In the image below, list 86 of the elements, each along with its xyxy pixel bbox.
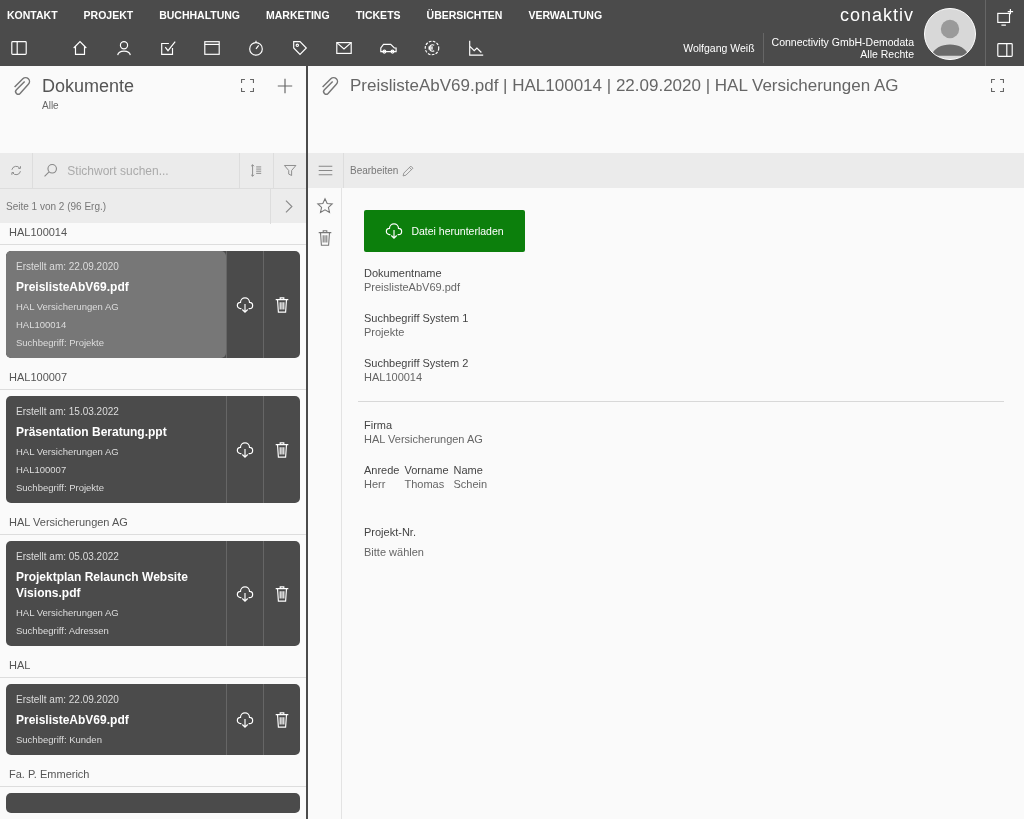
field-label: Projekt-Nr. bbox=[364, 525, 417, 539]
cloud-download-icon bbox=[385, 222, 404, 240]
document-info: HAL Versicherungen AG bbox=[16, 301, 120, 312]
search-term: Suchbegriff: Kunden bbox=[16, 734, 103, 745]
sidebar-toggle-icon[interactable] bbox=[10, 39, 28, 57]
company-name: Connectivity GmbH-Demodata bbox=[771, 36, 914, 48]
created-date: Erstellt am: 22.09.2020 bbox=[16, 694, 120, 705]
group-header: HAL Versicherungen AG bbox=[0, 513, 306, 535]
user-avatar[interactable] bbox=[924, 8, 976, 60]
search-term: Suchbegriff: Projekte bbox=[16, 482, 105, 493]
field-label: Vorname bbox=[404, 463, 449, 477]
menu-item[interactable]: KONTAKT bbox=[7, 9, 58, 21]
document-heading: PreislisteAbV69.pdf | HAL100014 | 22.09.2020 | HAL Versicherungen AG bbox=[350, 76, 900, 96]
panel-title: Dokumente bbox=[42, 76, 136, 97]
user-rights: Alle Rechte bbox=[860, 48, 914, 60]
field-label: Suchbegriff System 2 bbox=[364, 356, 470, 370]
document-card[interactable]: Erstellt am: 22.09.2020 PreislisteAbV69.pdf Suchbegriff: Kunden bbox=[6, 684, 300, 755]
created-date: Erstellt am: 22.09.2020 bbox=[16, 261, 120, 272]
search-term: Suchbegriff: Projekte bbox=[16, 337, 105, 348]
group-header: HAL100007 bbox=[0, 368, 306, 390]
pencil-icon bbox=[401, 163, 416, 178]
field-value: Projekte bbox=[364, 325, 406, 339]
trash-icon bbox=[273, 710, 291, 729]
field-value: Herr bbox=[364, 477, 387, 491]
menu-item[interactable]: VERWALTUNG bbox=[528, 9, 603, 21]
document-title: Projektplan Relaunch Website Visions.pdf bbox=[16, 569, 189, 601]
document-info: HAL Versicherungen AG bbox=[16, 446, 120, 457]
stopwatch-icon[interactable] bbox=[247, 39, 265, 57]
cloud-download-icon bbox=[236, 710, 254, 729]
document-card[interactable]: Erstellt am: 15.03.2022 Präsentation Beratung.ppt HAL Versicherungen AG HAL100007 Suchbegriff: Projekte bbox=[6, 396, 300, 503]
menu-item[interactable]: MARKETING bbox=[266, 9, 330, 21]
cloud-download-icon bbox=[236, 584, 254, 603]
checkbox-icon[interactable] bbox=[159, 39, 177, 57]
document-card[interactable]: Erstellt am: 22.09.2020 PreislisteAbV69.pdf HAL Versicherungen AG HAL100014 Suchbegriff: Projekte bbox=[6, 251, 300, 358]
edit-button[interactable]: Bearbeiten bbox=[344, 163, 422, 178]
star-icon[interactable] bbox=[315, 197, 334, 215]
trash-icon bbox=[273, 295, 291, 314]
expand-icon[interactable] bbox=[989, 77, 1006, 94]
document-title: Präsentation Beratung.ppt bbox=[16, 424, 168, 440]
field-value: HAL Versicherungen AG bbox=[364, 432, 484, 446]
created-date: Erstellt am: 15.03.2022 bbox=[16, 406, 120, 417]
created-date: Erstellt am: 05.03.2022 bbox=[16, 551, 120, 562]
group-header: HAL bbox=[0, 656, 306, 678]
euro-gear-icon[interactable] bbox=[423, 39, 441, 57]
chart-icon[interactable] bbox=[467, 39, 485, 57]
window-icon[interactable] bbox=[203, 39, 221, 57]
person-icon[interactable] bbox=[115, 39, 133, 57]
field-value: PreislisteAbV69.pdf bbox=[364, 280, 461, 294]
page-info: Seite 1 von 2 (96 Erg.) bbox=[5, 200, 108, 212]
menu-item[interactable]: PROJEKT bbox=[83, 9, 134, 21]
logo: conaktiv bbox=[839, 4, 914, 26]
document-info: HAL Versicherungen AG bbox=[16, 607, 120, 618]
project-select[interactable]: Bitte wählen bbox=[364, 545, 1004, 559]
group-header: HAL100014 bbox=[0, 223, 306, 245]
tag-icon[interactable] bbox=[291, 39, 309, 57]
expand-icon[interactable] bbox=[239, 77, 256, 94]
field-value: Schein bbox=[453, 477, 488, 491]
panel-subtitle: Alle bbox=[42, 100, 60, 111]
field-label: Dokumentname bbox=[364, 266, 443, 280]
field-value: Thomas bbox=[404, 477, 446, 491]
add-window-icon[interactable] bbox=[996, 7, 1014, 26]
field-label: Anrede bbox=[364, 463, 400, 477]
menu-item[interactable]: TICKETS bbox=[355, 9, 401, 21]
panel-toggle-icon[interactable] bbox=[996, 40, 1014, 59]
field-label: Suchbegriff System 1 bbox=[364, 311, 470, 325]
search-icon bbox=[42, 162, 60, 179]
document-info: HAL100007 bbox=[16, 464, 68, 475]
user-name: Wolfgang Weiß bbox=[683, 33, 764, 63]
trash-icon bbox=[273, 440, 291, 459]
menu-item[interactable]: ÜBERSICHTEN bbox=[426, 9, 503, 21]
group-header: Fa. P. Emmerich bbox=[0, 765, 306, 787]
home-icon[interactable] bbox=[71, 39, 89, 57]
cloud-download-icon bbox=[236, 440, 254, 459]
document-card[interactable]: Erstellt am: 05.03.2022 Projektplan Relaunch Website Visions.pdf HAL Versicherungen AG Suchbegriff: Adressen bbox=[6, 541, 300, 646]
document-title: PreislisteAbV69.pdf bbox=[16, 279, 130, 295]
field-value: HAL100014 bbox=[364, 370, 424, 384]
document-info: HAL100014 bbox=[16, 319, 68, 330]
menu-item[interactable]: BUCHHALTUNG bbox=[159, 9, 241, 21]
document-title: PreislisteAbV69.pdf bbox=[16, 712, 130, 728]
cloud-download-icon bbox=[236, 295, 254, 314]
field-label: Firma bbox=[364, 418, 394, 432]
download-button[interactable]: Datei herunterladen bbox=[364, 210, 525, 252]
field-label: Name bbox=[453, 463, 484, 477]
mail-icon[interactable] bbox=[335, 39, 353, 57]
search-term: Suchbegriff: Adressen bbox=[16, 625, 110, 636]
trash-icon bbox=[273, 584, 291, 603]
